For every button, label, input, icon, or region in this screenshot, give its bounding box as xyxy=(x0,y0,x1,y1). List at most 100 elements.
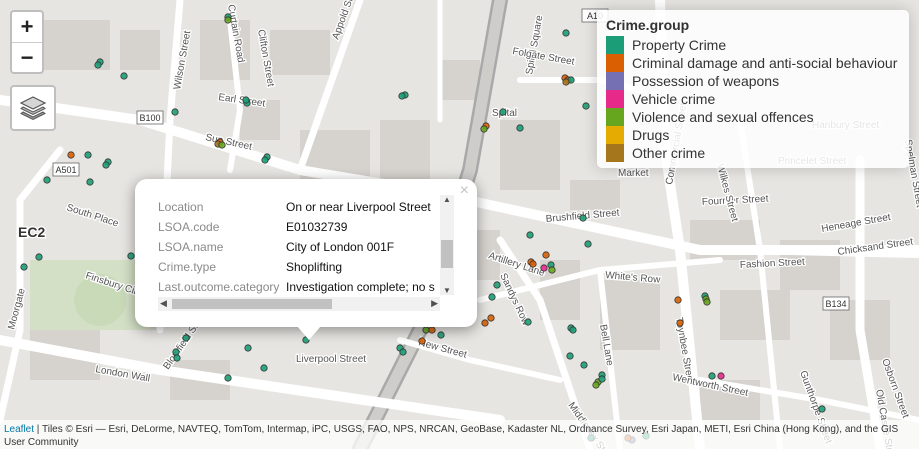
scroll-right-icon[interactable]: ▶ xyxy=(431,298,438,309)
popup-row: Crime.type Shoplifting xyxy=(158,257,439,277)
crime-marker[interactable] xyxy=(171,108,179,116)
crime-marker[interactable] xyxy=(717,372,725,380)
crime-marker[interactable] xyxy=(120,72,128,80)
crime-marker[interactable] xyxy=(592,381,600,389)
legend-label: Violence and sexual offences xyxy=(632,109,814,125)
crime-marker[interactable] xyxy=(86,178,94,186)
legend-swatch xyxy=(606,108,624,126)
popup: × Location On or near Liverpool Street LSO… xyxy=(135,179,477,340)
popup-vertical-scrollbar[interactable]: ▲ ▼ xyxy=(440,195,454,295)
crime-marker[interactable] xyxy=(579,214,587,222)
crime-marker[interactable] xyxy=(224,16,232,24)
crime-marker[interactable] xyxy=(224,374,232,382)
crime-marker[interactable] xyxy=(399,348,407,356)
popup-value: E01032739 xyxy=(286,220,348,234)
legend-item: Property Crime xyxy=(606,36,900,54)
crime-marker[interactable] xyxy=(172,348,180,356)
scroll-left-icon[interactable]: ◀ xyxy=(160,298,167,309)
crime-marker[interactable] xyxy=(218,141,226,149)
attribution-text: | Tiles © Esri — Esri, DeLorme, NAVTEQ, … xyxy=(4,424,899,448)
crime-marker[interactable] xyxy=(173,354,181,362)
crime-marker[interactable] xyxy=(598,375,606,383)
crime-marker[interactable] xyxy=(526,231,534,239)
road-badge: A501 xyxy=(52,162,80,177)
crime-marker[interactable] xyxy=(516,124,524,132)
crime-marker[interactable] xyxy=(20,263,28,271)
crime-marker[interactable] xyxy=(582,102,590,110)
scrollbar-thumb[interactable] xyxy=(441,240,453,268)
crime-marker[interactable] xyxy=(102,161,110,169)
crime-marker[interactable] xyxy=(499,108,507,116)
scrollbar-thumb[interactable] xyxy=(172,299,332,309)
crime-marker[interactable] xyxy=(43,176,51,184)
legend-label: Drugs xyxy=(632,127,670,143)
popup-close-button[interactable]: × xyxy=(460,182,469,200)
road-badge-label: A501 xyxy=(55,165,76,175)
scroll-down-icon[interactable]: ▼ xyxy=(443,286,451,295)
crime-marker[interactable] xyxy=(127,252,135,260)
crime-marker[interactable] xyxy=(580,361,588,369)
crime-marker[interactable] xyxy=(488,293,496,301)
popup-horizontal-scrollbar[interactable]: ◀ ▶ xyxy=(158,297,440,311)
zoom-in-button[interactable]: + xyxy=(12,12,42,43)
crime-marker[interactable] xyxy=(529,260,537,268)
crime-marker[interactable] xyxy=(428,326,436,334)
legend-swatch xyxy=(606,72,624,90)
crime-marker[interactable] xyxy=(562,29,570,37)
popup-row: LSOA.name City of London 001F xyxy=(158,237,439,257)
legend-title: Crime.group xyxy=(606,17,690,33)
crime-marker[interactable] xyxy=(487,314,495,322)
crime-marker[interactable] xyxy=(480,125,488,133)
crime-marker[interactable] xyxy=(84,151,92,159)
crime-marker[interactable] xyxy=(676,319,684,327)
popup-key: Last.outcome.category xyxy=(158,280,280,294)
crime-marker[interactable] xyxy=(244,344,252,352)
zoom-out-button[interactable]: − xyxy=(12,43,42,73)
popup-table: Location On or near Liverpool Street LSOA.… xyxy=(158,197,453,303)
street-label: Market xyxy=(618,168,649,179)
crime-marker[interactable] xyxy=(674,296,682,304)
crime-marker[interactable] xyxy=(493,281,501,289)
crime-marker[interactable] xyxy=(566,352,574,360)
crime-marker[interactable] xyxy=(418,337,426,345)
crime-marker[interactable] xyxy=(818,405,826,413)
popup-row: Location On or near Liverpool Street xyxy=(158,197,439,217)
crime-marker[interactable] xyxy=(569,326,577,334)
road-badge-label: B100 xyxy=(139,113,160,123)
legend-swatch xyxy=(606,36,624,54)
leaflet-link[interactable]: Leaflet xyxy=(4,424,34,435)
crime-marker[interactable] xyxy=(481,319,489,327)
popup-tip xyxy=(297,326,321,340)
crime-marker[interactable] xyxy=(94,61,102,69)
crime-marker[interactable] xyxy=(422,326,430,334)
crime-marker[interactable] xyxy=(35,253,43,261)
crime-marker[interactable] xyxy=(584,240,592,248)
road-badge: B100 xyxy=(136,110,164,125)
crime-marker[interactable] xyxy=(398,92,406,100)
crime-marker[interactable] xyxy=(548,266,556,274)
scroll-up-icon[interactable]: ▲ xyxy=(443,195,451,204)
crime-marker[interactable] xyxy=(437,331,445,339)
layers-button[interactable] xyxy=(10,85,56,131)
crime-marker[interactable] xyxy=(67,151,75,159)
street-label: Liverpool Street xyxy=(296,354,366,365)
layers-icon xyxy=(19,96,47,121)
crime-marker[interactable] xyxy=(261,156,269,164)
legend-item: Possession of weapons xyxy=(606,72,900,90)
popup-key: Crime.type xyxy=(158,260,217,274)
crime-marker[interactable] xyxy=(703,298,711,306)
crime-marker[interactable] xyxy=(562,78,570,86)
attribution: Leaflet | Tiles © Esri — Esri, DeLorme, … xyxy=(0,420,919,449)
crime-marker[interactable] xyxy=(242,96,250,104)
crime-marker[interactable] xyxy=(542,251,550,259)
legend-label: Vehicle crime xyxy=(632,91,716,107)
crime-marker[interactable] xyxy=(540,264,548,272)
crime-marker[interactable] xyxy=(524,318,532,326)
crime-marker[interactable] xyxy=(708,372,716,380)
legend-swatch xyxy=(606,144,624,162)
legend-swatch xyxy=(606,90,624,108)
legend-item: Violence and sexual offences xyxy=(606,108,900,126)
crime-marker[interactable] xyxy=(260,364,268,372)
area-label: EC2 xyxy=(18,224,45,240)
crime-marker[interactable] xyxy=(182,334,190,342)
